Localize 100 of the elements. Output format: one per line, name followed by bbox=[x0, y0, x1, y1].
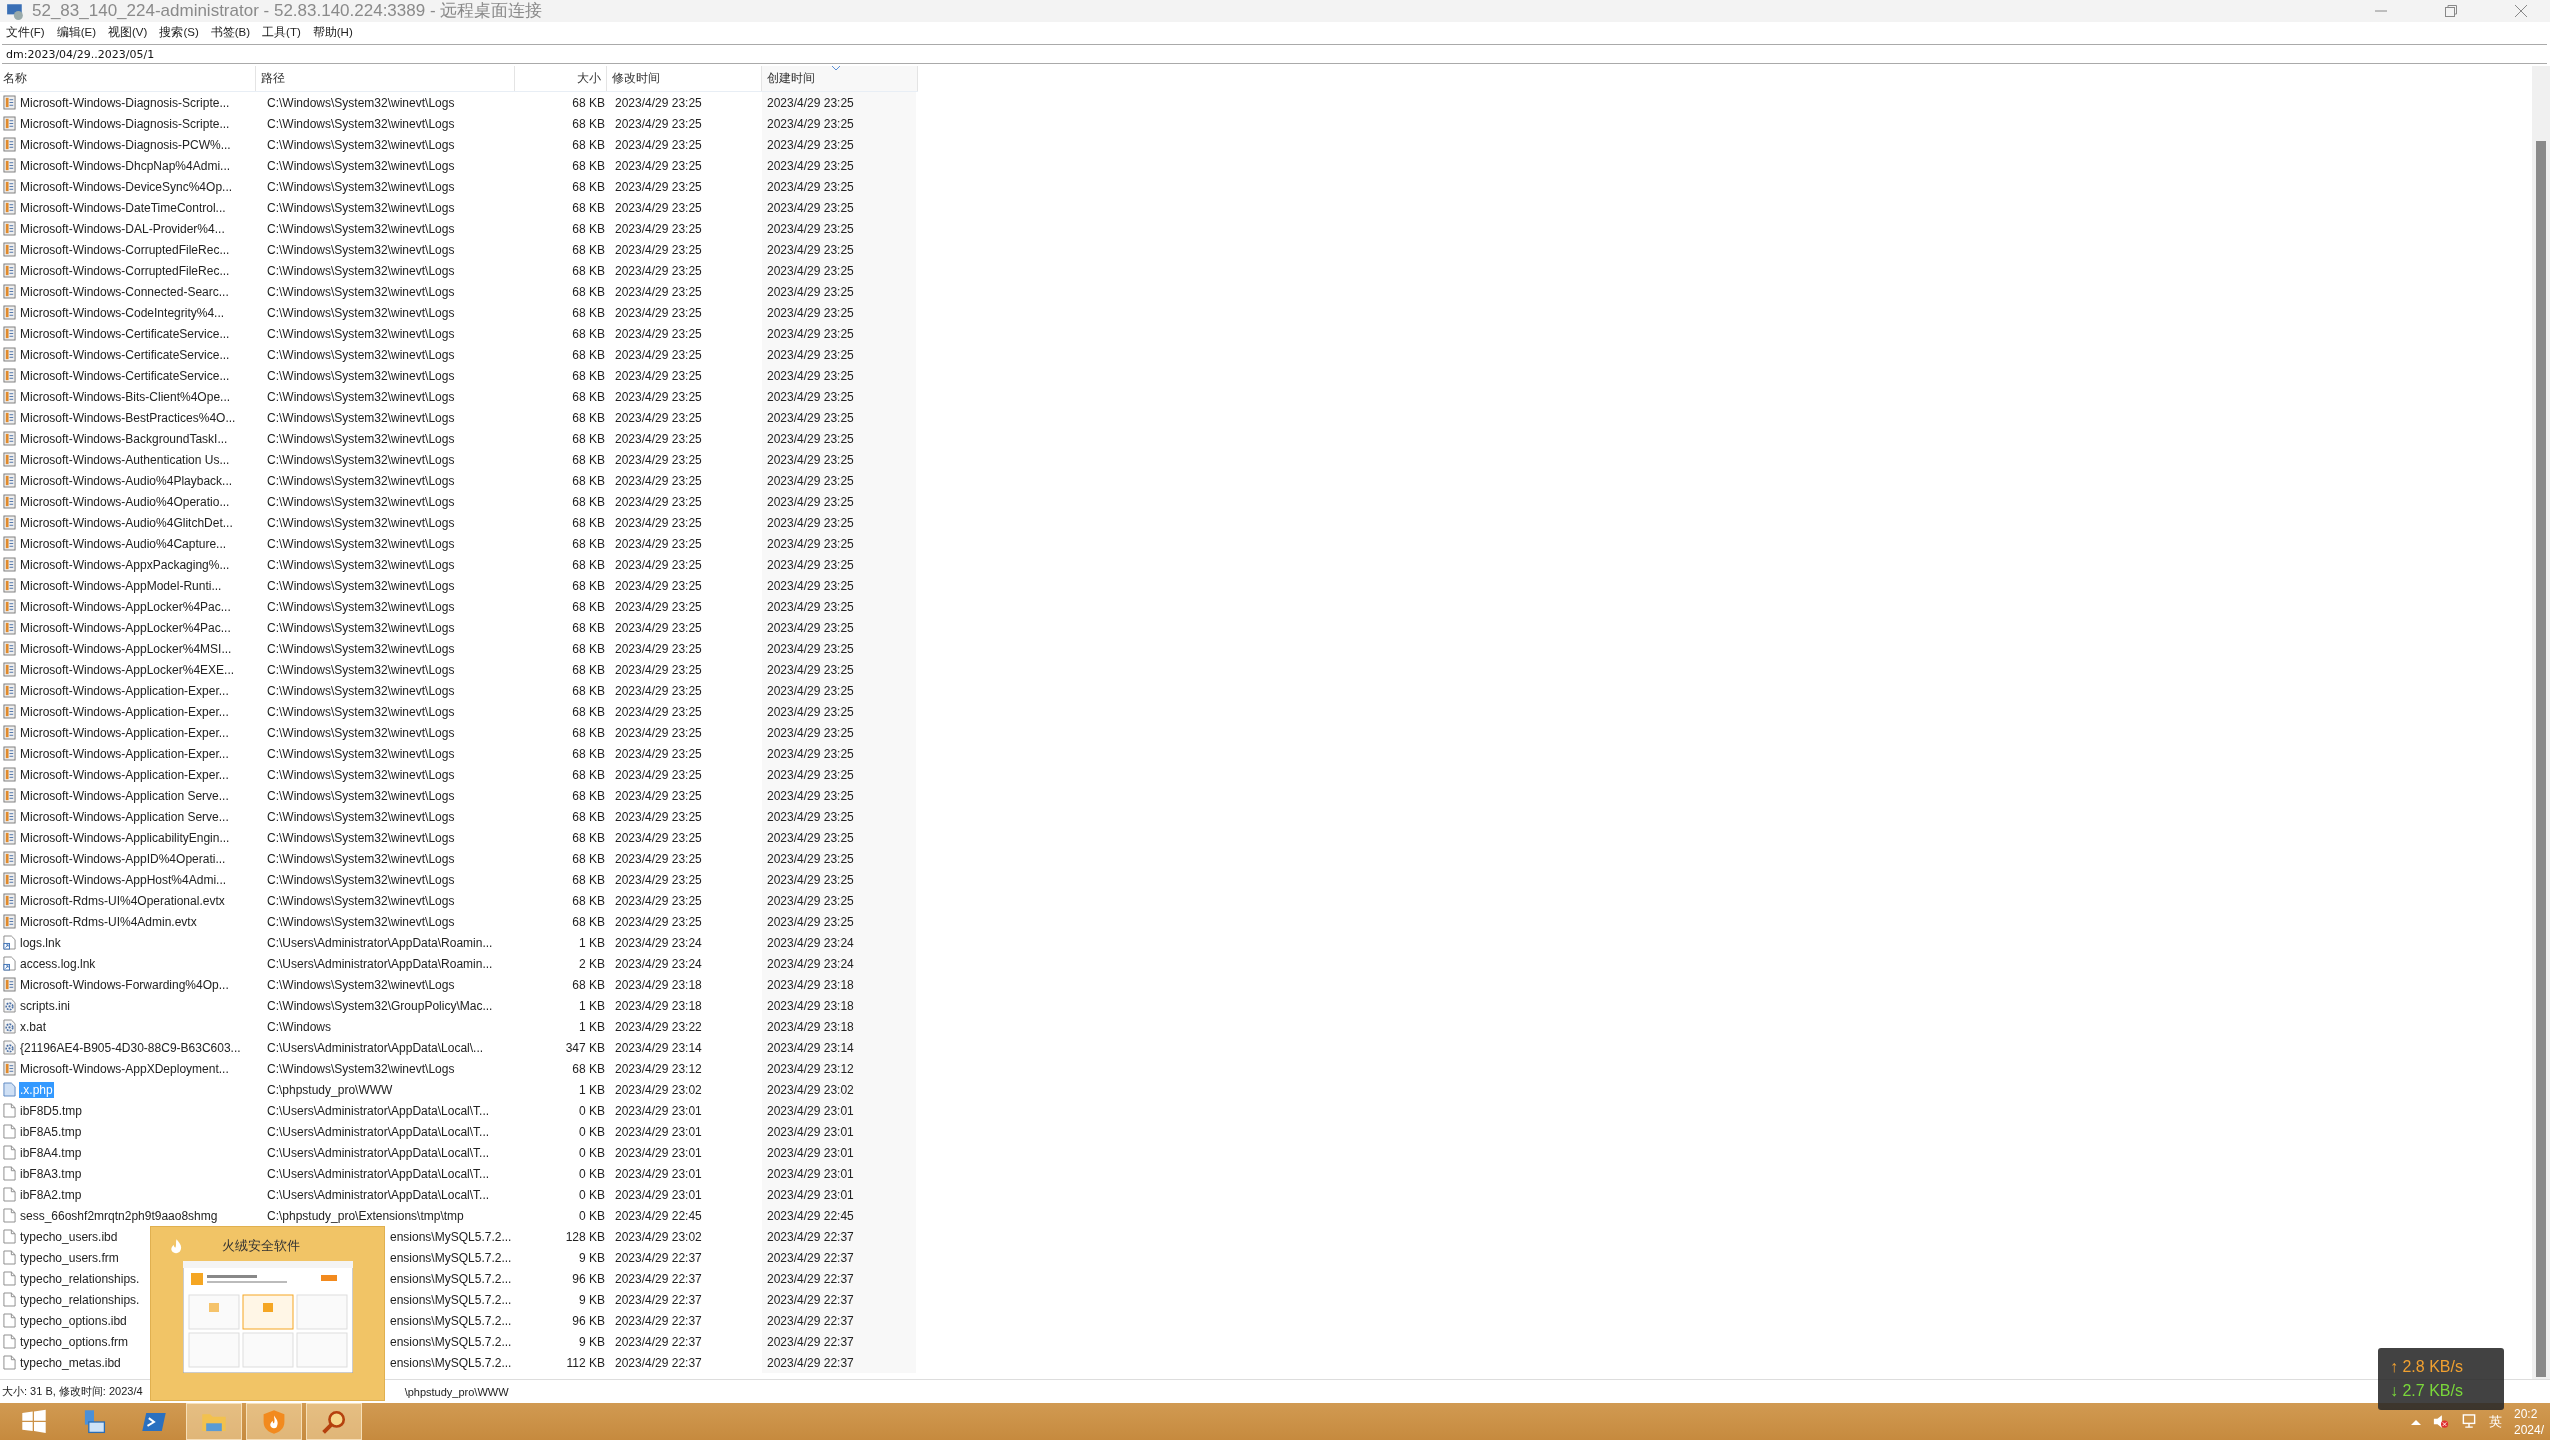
file-name[interactable]: Microsoft-Windows-Application Serve... bbox=[19, 787, 230, 804]
file-name[interactable]: Microsoft-Windows-Audio%4Capture... bbox=[19, 535, 228, 552]
file-name[interactable]: Microsoft-Windows-Application-Exper... bbox=[19, 724, 230, 741]
file-icon bbox=[3, 1292, 16, 1307]
file-name[interactable]: typecho_users.frm bbox=[19, 1249, 120, 1266]
restore-icon[interactable] bbox=[2444, 4, 2458, 18]
file-name[interactable]: x.bat bbox=[19, 1018, 47, 1035]
log-file-icon bbox=[3, 389, 16, 404]
file-name[interactable]: Microsoft-Windows-Diagnosis-Scripte... bbox=[19, 115, 231, 132]
file-name[interactable]: ibF8A5.tmp bbox=[19, 1123, 83, 1140]
file-name[interactable]: Microsoft-Windows-Forwarding%4Op... bbox=[19, 976, 230, 993]
file-name[interactable]: Microsoft-Windows-Application-Exper... bbox=[19, 703, 230, 720]
file-name[interactable]: {21196AE4-B905-4D30-88C9-B63C603... bbox=[19, 1039, 242, 1056]
file-name[interactable]: Microsoft-Windows-CorruptedFileRec... bbox=[19, 262, 231, 279]
file-name[interactable]: Microsoft-Windows-AppxPackaging%... bbox=[19, 556, 231, 573]
file-name[interactable]: Microsoft-Windows-AppXDeployment... bbox=[19, 1060, 230, 1077]
file-name[interactable]: Microsoft-Windows-Connected-Searc... bbox=[19, 283, 230, 300]
file-name[interactable]: Microsoft-Windows-AppID%4Operati... bbox=[19, 850, 227, 867]
modified-time: 2023/4/29 23:25 bbox=[615, 473, 702, 488]
file-name[interactable]: Microsoft-Windows-CertificateService... bbox=[19, 346, 231, 363]
created-time: 2023/4/29 22:37 bbox=[767, 1313, 854, 1328]
file-name[interactable]: typecho_relationships. bbox=[19, 1270, 141, 1287]
menu-item[interactable]: 编辑(E) bbox=[56, 24, 97, 40]
file-path: C:\Windows bbox=[267, 1019, 331, 1034]
column-header[interactable]: 修改时间 bbox=[607, 66, 762, 91]
log-file-icon bbox=[3, 536, 16, 551]
gear-file-icon bbox=[3, 1019, 16, 1034]
file-size: 1 KB bbox=[579, 1019, 605, 1034]
file-name[interactable]: typecho_options.frm bbox=[19, 1333, 130, 1350]
file-name[interactable]: access.log.lnk bbox=[19, 955, 97, 972]
menu-item[interactable]: 文件(F) bbox=[6, 24, 45, 40]
file-name[interactable]: Microsoft-Windows-BackgroundTaskI... bbox=[19, 430, 229, 447]
file-name[interactable]: ibF8A4.tmp bbox=[19, 1144, 83, 1161]
file-name[interactable]: Microsoft-Windows-Application-Exper... bbox=[19, 682, 230, 699]
file-name[interactable]: logs.lnk bbox=[19, 934, 62, 951]
file-name[interactable]: Microsoft-Windows-DateTimeControl... bbox=[19, 199, 227, 216]
file-name[interactable]: Microsoft-Windows-Audio%4GlitchDet... bbox=[19, 514, 234, 531]
taskbar-app-button[interactable] bbox=[186, 1403, 242, 1440]
file-name[interactable]: sess_66oshf2mrqtn2ph9t9aao8shmg bbox=[19, 1207, 219, 1224]
file-name[interactable]: Microsoft-Windows-CertificateService... bbox=[19, 325, 231, 342]
file-name[interactable]: Microsoft-Rdms-UI%4Operational.evtx bbox=[19, 892, 226, 909]
file-name[interactable]: Microsoft-Windows-Application-Exper... bbox=[19, 745, 230, 762]
menu-item[interactable]: 工具(T) bbox=[262, 24, 301, 40]
column-header[interactable]: 路径 bbox=[256, 66, 515, 91]
menu-item[interactable]: 书签(B) bbox=[210, 24, 251, 40]
file-name[interactable]: Microsoft-Windows-DhcpNap%4Admi... bbox=[19, 157, 232, 174]
file-name[interactable]: Microsoft-Windows-Authentication Us... bbox=[19, 451, 231, 468]
taskbar-app-button[interactable] bbox=[306, 1403, 362, 1440]
menu-item[interactable]: 视图(V) bbox=[108, 24, 148, 40]
column-header[interactable]: 创建时间 bbox=[761, 66, 918, 91]
taskbar-app-button[interactable] bbox=[246, 1403, 302, 1440]
file-name[interactable]: Microsoft-Windows-CodeIntegrity%4... bbox=[19, 304, 226, 321]
scrollbar-thumb[interactable] bbox=[2536, 141, 2546, 1377]
file-name[interactable]: ibF8A2.tmp bbox=[19, 1186, 83, 1203]
file-size: 68 KB bbox=[572, 200, 605, 215]
file-name[interactable]: Microsoft-Windows-ApplicabilityEngin... bbox=[19, 829, 231, 846]
file-size: 0 KB bbox=[579, 1145, 605, 1160]
file-name[interactable]: typecho_users.ibd bbox=[19, 1228, 119, 1245]
file-name[interactable]: Microsoft-Windows-Diagnosis-Scripte... bbox=[19, 94, 231, 111]
close-icon[interactable] bbox=[2514, 4, 2528, 18]
file-name[interactable]: Microsoft-Windows-CorruptedFileRec... bbox=[19, 241, 231, 258]
file-name[interactable]: Microsoft-Windows-AppModel-Runti... bbox=[19, 577, 223, 594]
tray-caret-icon[interactable] bbox=[2411, 1418, 2421, 1425]
file-name[interactable]: Microsoft-Windows-DeviceSync%4Op... bbox=[19, 178, 234, 195]
column-header[interactable]: 大小 bbox=[514, 66, 608, 91]
file-name[interactable]: Microsoft-Windows-Bits-Client%4Ope... bbox=[19, 388, 232, 405]
created-time: 2023/4/29 23:25 bbox=[767, 158, 854, 173]
file-name[interactable]: typecho_options.ibd bbox=[19, 1312, 128, 1329]
menu-item[interactable]: 搜索(S) bbox=[159, 24, 199, 40]
file-path: C:\Windows\System32\winevt\Logs bbox=[267, 893, 455, 908]
search-field[interactable]: dm:2023/04/29..2023/05/1 bbox=[2, 44, 2547, 64]
column-header[interactable]: 名称 bbox=[0, 66, 257, 91]
muted-speaker-icon[interactable] bbox=[2433, 1414, 2449, 1429]
file-name[interactable]: Microsoft-Windows-Application Serve... bbox=[19, 808, 230, 825]
file-name[interactable]: Microsoft-Windows-Diagnosis-PCW%... bbox=[19, 136, 232, 153]
scrollbar[interactable] bbox=[2532, 66, 2550, 1379]
file-name[interactable]: typecho_relationships. bbox=[19, 1291, 141, 1308]
file-icon bbox=[3, 1313, 16, 1328]
menu-item[interactable]: 帮助(H) bbox=[312, 24, 353, 40]
file-name[interactable]: Microsoft-Windows-AppLocker%4EXE... bbox=[19, 661, 236, 678]
network-icon[interactable] bbox=[2461, 1414, 2477, 1429]
file-size: 68 KB bbox=[572, 704, 605, 719]
file-name[interactable]: scripts.ini bbox=[19, 997, 71, 1014]
file-name[interactable]: Microsoft-Rdms-UI%4Admin.evtx bbox=[19, 913, 198, 930]
created-time: 2023/4/29 23:25 bbox=[767, 746, 854, 761]
file-name[interactable]: Microsoft-Windows-AppLocker%4Pac... bbox=[19, 598, 232, 615]
file-name[interactable]: ibF8D5.tmp bbox=[19, 1102, 84, 1119]
file-name[interactable]: Microsoft-Windows-DAL-Provider%4... bbox=[19, 220, 226, 237]
file-name[interactable]: Microsoft-Windows-AppLocker%4MSI... bbox=[19, 640, 233, 657]
file-name[interactable]: Microsoft-Windows-Audio%4Operatio... bbox=[19, 493, 231, 510]
window-preview[interactable]: 火绒安全软件 bbox=[150, 1226, 385, 1401]
modified-time: 2023/4/29 23:25 bbox=[615, 620, 702, 635]
file-name[interactable]: Microsoft-Windows-Application-Exper... bbox=[19, 766, 230, 783]
file-name[interactable]: Microsoft-Windows-Audio%4Playback... bbox=[19, 472, 234, 489]
file-name[interactable]: Microsoft-Windows-AppLocker%4Pac... bbox=[19, 619, 232, 636]
file-name[interactable]: ibF8A3.tmp bbox=[19, 1165, 83, 1182]
file-name[interactable]: Microsoft-Windows-AppHost%4Admi... bbox=[19, 871, 228, 888]
file-name[interactable]: Microsoft-Windows-CertificateService... bbox=[19, 367, 231, 384]
file-name[interactable]: Microsoft-Windows-BestPractices%4O... bbox=[19, 409, 237, 426]
file-name[interactable]: typecho_metas.ibd bbox=[19, 1354, 122, 1371]
